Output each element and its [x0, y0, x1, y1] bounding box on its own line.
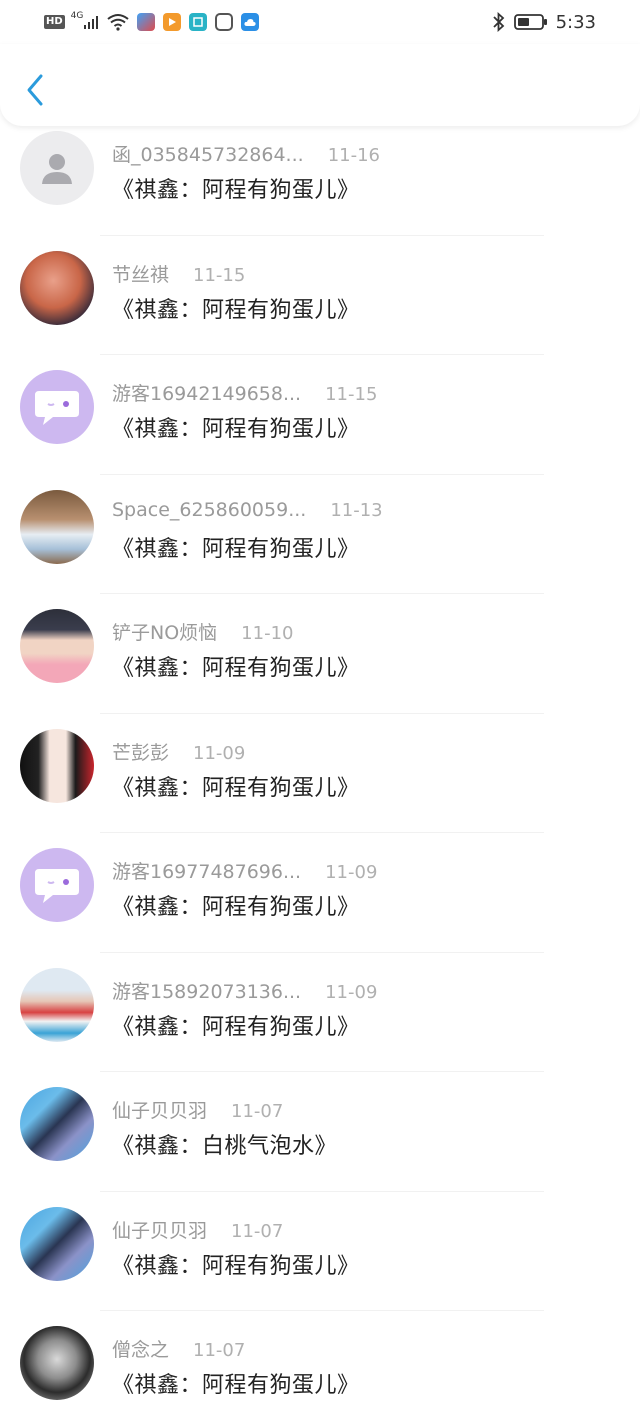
item-meta: 仙子贝贝羽 11-07 [112, 1096, 283, 1122]
top-nav-header [0, 44, 640, 126]
network-type: 4G [70, 11, 84, 21]
username[interactable]: 仙子贝贝羽 [112, 1096, 207, 1123]
app-icon-hex [215, 13, 234, 31]
status-time: 5:33 [555, 11, 596, 33]
comment-title[interactable]: 《祺鑫：阿程有狗蛋儿》 [112, 889, 360, 921]
comment-title[interactable]: 《祺鑫：阿程有狗蛋儿》 [112, 1248, 360, 1280]
date: 11-07 [193, 1340, 246, 1361]
divider [100, 1310, 544, 1311]
item-meta: 游客15892073136... 11-09 [112, 977, 377, 1003]
photo-avatar[interactable] [20, 489, 94, 564]
date: 11-13 [330, 499, 383, 521]
list-item[interactable]: 游客15892073136... 11-09 《祺鑫：阿程有狗蛋儿》 [0, 963, 640, 1083]
username[interactable]: 游客16942149658... [112, 379, 301, 406]
photo-avatar[interactable] [20, 967, 94, 1042]
username[interactable]: 游客16977487696... [112, 857, 301, 884]
username[interactable]: 芒彭彭 [112, 738, 169, 765]
date: 11-15 [193, 264, 246, 286]
item-meta: Space_625860059... 11-13 [112, 499, 383, 521]
status-bar: HD 4G 5:33 [0, 0, 640, 44]
list-item[interactable]: 游客16942149658... 11-15 《祺鑫：阿程有狗蛋儿》 [0, 365, 640, 485]
username[interactable]: 函_035845732864... [112, 140, 304, 167]
comment-title[interactable]: 《祺鑫：阿程有狗蛋儿》 [112, 650, 360, 682]
username[interactable]: 铲子NO烦恼 [112, 618, 217, 645]
comment-title[interactable]: 《祺鑫：阿程有狗蛋儿》 [112, 172, 360, 204]
app-icon-orange [163, 13, 182, 31]
date: 11-09 [325, 981, 378, 1003]
divider [100, 712, 544, 714]
divider [100, 951, 544, 953]
divider [100, 354, 544, 355]
comment-title[interactable]: 《祺鑫：阿程有狗蛋儿》 [112, 531, 360, 563]
photo-avatar[interactable] [20, 609, 94, 683]
item-meta: 游客16977487696... 11-09 [112, 857, 377, 883]
default-avatar[interactable] [20, 131, 94, 205]
list-item[interactable]: 僧念之 11-07 《祺鑫：阿程有狗蛋儿》 [0, 1321, 640, 1422]
list-item[interactable]: 游客16977487696... 11-09 《祺鑫：阿程有狗蛋儿》 [0, 843, 640, 963]
divider [100, 473, 544, 475]
anime-avatar[interactable] [20, 728, 94, 803]
date: 11-07 [231, 1101, 284, 1122]
comment-title[interactable]: 《祺鑫：阿程有狗蛋儿》 [112, 292, 360, 324]
list-item[interactable]: 节丝祺 11-15 《祺鑫：阿程有狗蛋儿》 [0, 246, 640, 366]
item-meta: 仙子贝贝羽 11-07 [112, 1216, 283, 1242]
app-icon-cloud [241, 13, 260, 31]
signal-icon [84, 16, 99, 29]
list-item[interactable]: 函_035845732864... 11-16 《祺鑫：阿程有狗蛋儿》 [0, 126, 640, 246]
username[interactable]: 僧念之 [112, 1335, 169, 1362]
comment-title[interactable]: 《祺鑫：阿程有狗蛋儿》 [112, 1009, 360, 1041]
list-item[interactable]: Space_625860059... 11-13 《祺鑫：阿程有狗蛋儿》 [0, 485, 640, 605]
app-icon-blue [137, 13, 156, 31]
date: 11-09 [193, 742, 246, 764]
username[interactable]: 节丝祺 [112, 260, 169, 287]
item-meta: 游客16942149658... 11-15 [112, 379, 377, 405]
wifi-icon [107, 14, 129, 31]
battery-icon [513, 14, 547, 30]
username[interactable]: Space_625860059... [112, 499, 306, 521]
divider [100, 234, 544, 236]
photo-avatar[interactable] [20, 250, 94, 325]
list-item[interactable]: 铲子NO烦恼 11-10 《祺鑫：阿程有狗蛋儿》 [0, 604, 640, 724]
bluetooth-icon [492, 12, 504, 32]
guest-avatar[interactable] [20, 848, 94, 922]
divider [100, 1071, 544, 1072]
item-meta: 铲子NO烦恼 11-10 [112, 618, 293, 644]
app-icon-teal [189, 13, 208, 31]
item-meta: 僧念之 11-07 [112, 1335, 245, 1361]
username[interactable]: 仙子贝贝羽 [112, 1216, 207, 1243]
comment-title[interactable]: 《祺鑫：白桃气泡水》 [112, 1128, 337, 1160]
date: 11-07 [231, 1220, 284, 1242]
photo-avatar[interactable] [20, 1087, 94, 1161]
divider [100, 593, 544, 594]
item-meta: 函_035845732864... 11-16 [112, 140, 380, 166]
date: 11-10 [241, 623, 294, 644]
item-meta: 芒彭彭 11-09 [112, 738, 245, 764]
divider [100, 832, 544, 833]
hd-badge: HD [44, 15, 65, 29]
photo-avatar[interactable] [20, 1326, 94, 1400]
date: 11-16 [327, 145, 380, 166]
date: 11-15 [325, 384, 378, 405]
status-left: HD 4G [44, 11, 260, 31]
chevron-left-icon [27, 74, 43, 106]
list-item[interactable]: 仙子贝贝羽 11-07 《祺鑫：阿程有狗蛋儿》 [0, 1202, 640, 1322]
comment-list: 函_035845732864... 11-16 《祺鑫：阿程有狗蛋儿》 节丝祺 … [0, 126, 640, 1422]
username[interactable]: 游客15892073136... [112, 977, 301, 1004]
list-item[interactable]: 仙子贝贝羽 11-07 《祺鑫：白桃气泡水》 [0, 1082, 640, 1202]
date: 11-09 [325, 862, 378, 883]
comment-title[interactable]: 《祺鑫：阿程有狗蛋儿》 [112, 770, 360, 802]
list-item[interactable]: 芒彭彭 11-09 《祺鑫：阿程有狗蛋儿》 [0, 724, 640, 844]
comment-title[interactable]: 《祺鑫：阿程有狗蛋儿》 [112, 411, 360, 443]
status-right: 5:33 [492, 12, 596, 33]
divider [100, 1190, 544, 1192]
item-meta: 节丝祺 11-15 [112, 260, 245, 286]
back-button[interactable] [20, 70, 50, 110]
comment-title[interactable]: 《祺鑫：阿程有狗蛋儿》 [112, 1367, 360, 1399]
guest-avatar[interactable] [20, 370, 94, 444]
photo-avatar[interactable] [20, 1206, 94, 1281]
